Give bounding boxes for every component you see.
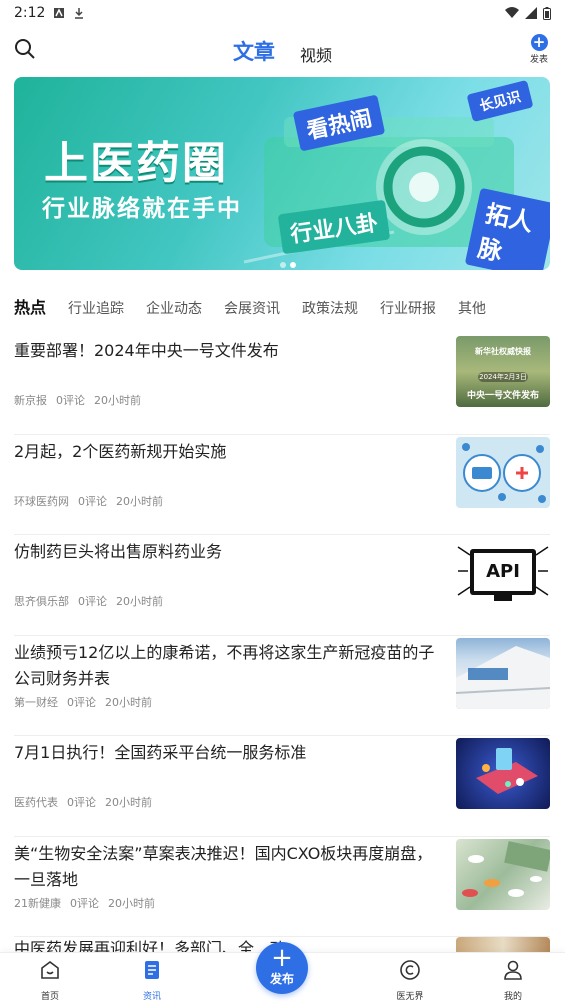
nav-home-label: 首页: [40, 992, 59, 1002]
news-comments: 0评论: [70, 896, 99, 910]
news-meta: 第一财经 0评论 20小时前: [14, 694, 152, 710]
top-header: 文章 视频 + 发表: [0, 26, 565, 74]
news-meta: 思齐俱乐部 0评论 20小时前: [14, 593, 163, 609]
content-tabs: 文章 视频: [0, 36, 565, 66]
category-tab-research[interactable]: 行业研报: [380, 298, 436, 318]
news-meta: 21新健康 0评论 20小时前: [14, 895, 155, 911]
thumb-caption: 2024年2月3日: [478, 372, 528, 382]
news-thumbnail: [456, 637, 550, 709]
news-source: 21新健康: [14, 896, 61, 910]
tab-articles[interactable]: 文章: [233, 36, 275, 66]
news-title: 重要部署！2024年中央一号文件发布: [14, 341, 279, 360]
news-time: 20小时前: [116, 494, 163, 508]
battery-icon: [543, 6, 551, 20]
post-button-label: 发表: [529, 55, 548, 65]
news-thumbnail: API: [456, 537, 550, 608]
news-meta: 医药代表 0评论 20小时前: [14, 794, 152, 810]
news-meta: 环球医药网 0评论 20小时前: [14, 493, 163, 509]
nav-news[interactable]: 资讯: [122, 959, 182, 1002]
news-thumbnail: [456, 838, 550, 910]
news-time: 20小时前: [94, 394, 141, 407]
promo-banner[interactable]: 上医药圈 行业脉络就在手中 看热闹 长见识 行业八卦 拓人脉: [14, 77, 550, 270]
pills-money-illustration: [462, 840, 550, 897]
category-tabs: 热点 行业追踪 企业动态 会展资讯 政策法规 行业研报 其他: [14, 294, 508, 318]
news-title: 7月1日执行！全国药采平台统一服务标准: [14, 743, 307, 762]
banner-title: 上医药圈: [44, 138, 228, 189]
news-source: 环球医药网: [14, 494, 69, 508]
tab-videos[interactable]: 视频: [300, 42, 332, 66]
api-label: API: [486, 561, 520, 582]
news-title: 仿制药巨头将出售原料药业务: [14, 542, 223, 561]
carousel-dot-active[interactable]: [290, 262, 296, 268]
nav-home[interactable]: 首页: [20, 959, 80, 1002]
news-item[interactable]: 仿制药巨头将出售原料药业务 思齐俱乐部 0评论 20小时前 API: [14, 535, 550, 636]
news-source: 医药代表: [14, 796, 58, 809]
news-thumbnail: [456, 738, 550, 809]
plus-icon: +: [530, 34, 548, 51]
nav-profile[interactable]: 我的: [483, 959, 543, 1002]
category-tab-policy[interactable]: 政策法规: [302, 298, 358, 318]
news-source: 第一财经: [14, 695, 58, 709]
thumb-caption: 中央一号文件发布: [466, 391, 539, 401]
news-title: 美“生物安全法案”草案表决推迟！国内CXO板块再度崩盘，一旦落地: [14, 843, 433, 889]
thumb-caption: 新华社权威快报: [475, 347, 531, 356]
news-list: 重要部署！2024年中央一号文件发布 新京报 0评论 20小时前 新华社权威快报…: [14, 334, 550, 937]
nav-news-label: 资讯: [142, 992, 161, 1002]
category-tab-industry-tracking[interactable]: 行业追踪: [68, 298, 124, 318]
category-tab-hot[interactable]: 热点: [14, 294, 47, 318]
news-source: 新京报: [14, 394, 47, 407]
news-time: 20小时前: [105, 796, 152, 809]
news-time: 20小时前: [105, 695, 152, 709]
building-illustration: [456, 645, 550, 709]
search-icon: [15, 39, 35, 59]
news-thumbnail: 新华社权威快报 2024年2月3日 中央一号文件发布: [456, 336, 550, 407]
news-meta: 新京报 0评论 20小时前: [14, 392, 141, 408]
news-item[interactable]: 7月1日执行！全国药采平台统一服务标准 医药代表 0评论 20小时前: [14, 736, 550, 837]
wifi-icon: [505, 7, 519, 18]
user-icon: [504, 960, 522, 980]
notification-a-icon: [54, 8, 65, 18]
category-tab-other[interactable]: 其他: [458, 298, 486, 318]
publish-fab-label: 发布: [269, 972, 294, 986]
nav-profile-label: 我的: [503, 992, 522, 1002]
plus-icon: +: [271, 943, 293, 973]
medical-icons-illustration: [462, 442, 546, 503]
news-time: 20小时前: [108, 896, 155, 910]
category-tab-company-news[interactable]: 企业动态: [146, 298, 202, 318]
carousel-indicator: [280, 262, 296, 268]
document-icon: [145, 961, 159, 979]
circle-swirl-icon: [400, 960, 420, 980]
publish-fab[interactable]: + 发布: [256, 942, 308, 994]
banner-tag: 拓人脉: [464, 187, 550, 270]
news-item[interactable]: 重要部署！2024年中央一号文件发布 新京报 0评论 20小时前 新华社权威快报…: [14, 334, 550, 435]
news-comments: 0评论: [56, 394, 85, 407]
status-time: 2:12: [14, 5, 46, 21]
home-icon: [41, 961, 59, 979]
news-comments: 0评论: [78, 595, 107, 608]
news-comments: 0评论: [78, 494, 107, 508]
news-source: 思齐俱乐部: [14, 595, 69, 608]
carousel-dot[interactable]: [280, 262, 286, 268]
phone-pills-illustration: [476, 748, 538, 794]
search-button[interactable]: [14, 38, 38, 62]
status-bar: 2:12: [0, 0, 565, 26]
news-item[interactable]: 业绩预亏12亿以上的康希诺，不再将这家生产新冠疫苗的子公司财务并表 第一财经 0…: [14, 636, 550, 736]
nav-discover[interactable]: 医无界: [380, 959, 440, 1002]
category-tab-exhibitions[interactable]: 会展资讯: [224, 298, 280, 318]
news-time: 20小时前: [116, 595, 163, 608]
download-icon: [75, 8, 84, 19]
post-button[interactable]: + 发表: [527, 34, 551, 65]
news-thumbnail: [456, 436, 550, 508]
news-title: 2月起，2个医药新规开始实施: [14, 441, 227, 461]
news-item[interactable]: 2月起，2个医药新规开始实施 环球医药网 0评论 20小时前: [14, 435, 550, 535]
signal-icon: [525, 7, 537, 19]
news-comments: 0评论: [67, 796, 96, 809]
news-title: 业绩预亏12亿以上的康希诺，不再将这家生产新冠疫苗的子公司财务并表: [14, 642, 435, 688]
banner-subtitle: 行业脉络就在手中: [42, 196, 242, 222]
news-comments: 0评论: [67, 695, 96, 709]
nav-discover-label: 医无界: [396, 992, 424, 1002]
news-item[interactable]: 美“生物安全法案”草案表决推迟！国内CXO板块再度崩盘，一旦落地 21新健康 0…: [14, 837, 550, 937]
